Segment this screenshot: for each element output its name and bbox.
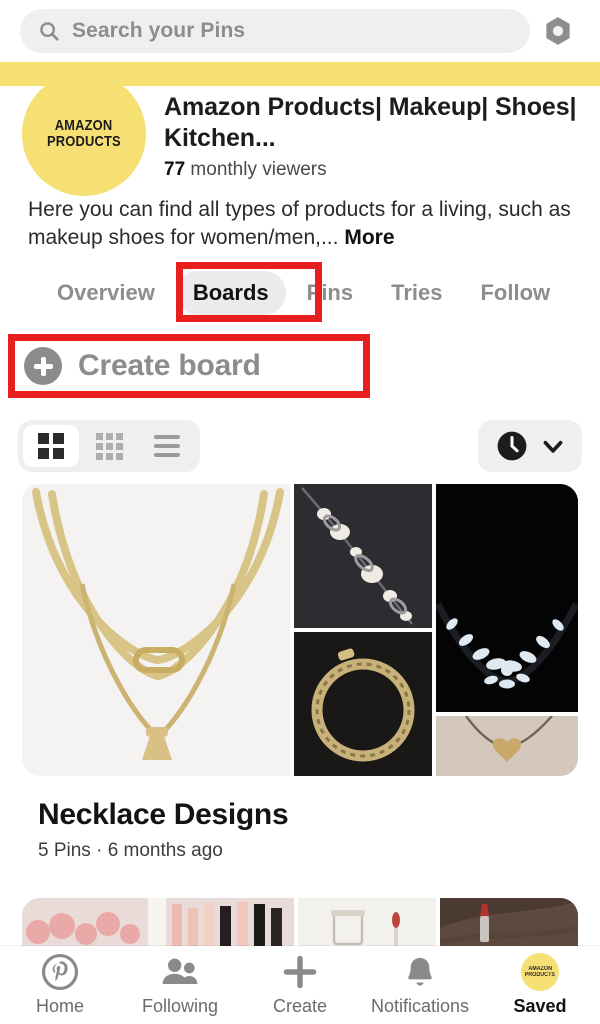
board-title: Necklace Designs xyxy=(38,798,289,831)
nav-create[interactable]: Create xyxy=(240,946,360,1024)
nav-following[interactable]: Following xyxy=(120,946,240,1024)
nav-create-label: Create xyxy=(272,996,328,1016)
sort-dropdown[interactable] xyxy=(478,420,582,472)
view-toggle-group xyxy=(18,420,200,472)
chevron-down-icon xyxy=(543,440,563,453)
grid-3-icon xyxy=(95,432,123,460)
tab-pins[interactable]: Pins xyxy=(290,271,370,315)
profile-avatar-icon: AMAZON PRODUCTS xyxy=(521,953,559,991)
settings-button[interactable] xyxy=(530,7,586,55)
nav-notifications[interactable]: Notifications xyxy=(360,946,480,1024)
page-title: Amazon Products| Makeup| Shoes| Kitchen.… xyxy=(164,93,577,152)
cosmetic-jar-image xyxy=(298,898,436,950)
pinterest-logo-icon xyxy=(41,953,79,991)
nav-following-label: Following xyxy=(141,996,219,1016)
board-pin-pearl xyxy=(294,484,432,628)
bio-text: Here you can find all types of products … xyxy=(28,198,571,249)
lipstick-on-fabric-image xyxy=(440,898,578,950)
pinterest-profile-screen: Search your Pins AMAZON PRODUCTS Amazon … xyxy=(0,0,600,1024)
grid-2-icon xyxy=(38,433,64,459)
board-pin-jar xyxy=(298,898,436,950)
nav-saved[interactable]: AMAZON PRODUCTS Saved xyxy=(480,946,600,1024)
tab-follow[interactable]: Follow xyxy=(463,271,567,315)
board-pin-primary xyxy=(22,484,290,776)
nav-notifications-label: Notifications xyxy=(370,996,470,1016)
board-cover-collage[interactable] xyxy=(22,484,578,776)
monthly-viewers: 77 monthly viewers xyxy=(164,159,600,181)
nav-avatar-line-2: PRODUCTS xyxy=(524,972,556,978)
nav-saved-label: Saved xyxy=(513,996,567,1016)
board-card-partial[interactable] xyxy=(22,898,578,950)
avatar-line-2: PRODUCTS xyxy=(47,133,121,150)
board-collage-right xyxy=(294,484,578,776)
diamond-cluster-necklace-image xyxy=(436,484,578,712)
board-pin-diamond xyxy=(436,484,578,712)
grid-3-view-button[interactable] xyxy=(81,425,137,467)
profile-header: AMAZON PRODUCTS Amazon Products| Makeup|… xyxy=(0,72,600,196)
clock-icon xyxy=(497,431,527,461)
profile-bio: Here you can find all types of products … xyxy=(0,196,600,251)
viewers-count: 77 xyxy=(164,159,186,180)
tab-overview[interactable]: Overview xyxy=(40,271,172,315)
people-icon xyxy=(162,958,198,984)
board-pin-heart xyxy=(436,716,578,776)
create-board-button[interactable]: Create board xyxy=(0,338,600,394)
board-pin-gold-coil xyxy=(294,632,432,776)
avatar[interactable]: AMAZON PRODUCTS xyxy=(22,72,146,196)
nav-home-label: Home xyxy=(35,996,84,1016)
search-bar-row: Search your Pins xyxy=(0,0,600,62)
gear-icon xyxy=(546,17,570,45)
list-view-button[interactable] xyxy=(139,425,195,467)
list-icon xyxy=(154,435,180,457)
gold-paperclip-chain-necklace-image xyxy=(22,484,290,776)
nav-home[interactable]: Home xyxy=(0,946,120,1024)
create-board-label: Create board xyxy=(78,349,261,382)
board-meta: 5 Pins · 6 months ago xyxy=(38,840,223,861)
tab-boards[interactable]: Boards xyxy=(175,271,286,315)
search-icon xyxy=(40,22,59,41)
plus-icon xyxy=(283,955,317,989)
board-pin-blush xyxy=(22,898,294,950)
pink-blush-makeup-image xyxy=(22,898,294,950)
pearl-beaded-necklace-image xyxy=(294,484,432,628)
viewers-label: monthly viewers xyxy=(190,159,327,180)
avatar-line-1: AMAZON xyxy=(55,116,113,134)
search-input[interactable]: Search your Pins xyxy=(20,9,530,53)
board-card[interactable]: Necklace Designs 5 Pins · 6 months ago xyxy=(22,484,578,862)
gold-heart-pendant-necklace-image xyxy=(436,716,578,776)
view-controls-row xyxy=(0,416,600,476)
bio-more-link[interactable]: More xyxy=(344,226,394,249)
grid-2-view-button[interactable] xyxy=(23,425,79,467)
tab-tries[interactable]: Tries xyxy=(374,271,459,315)
plus-circle-icon xyxy=(24,347,62,385)
gold-chain-coil-necklace-image xyxy=(294,632,432,776)
search-placeholder: Search your Pins xyxy=(72,19,246,42)
board-pin-lipstick xyxy=(440,898,578,950)
bell-icon xyxy=(408,957,432,986)
bottom-navigation: Home Following Create Notifications AMAZ… xyxy=(0,946,600,1024)
profile-tabs: Overview Boards Pins Tries Follow xyxy=(0,266,600,320)
